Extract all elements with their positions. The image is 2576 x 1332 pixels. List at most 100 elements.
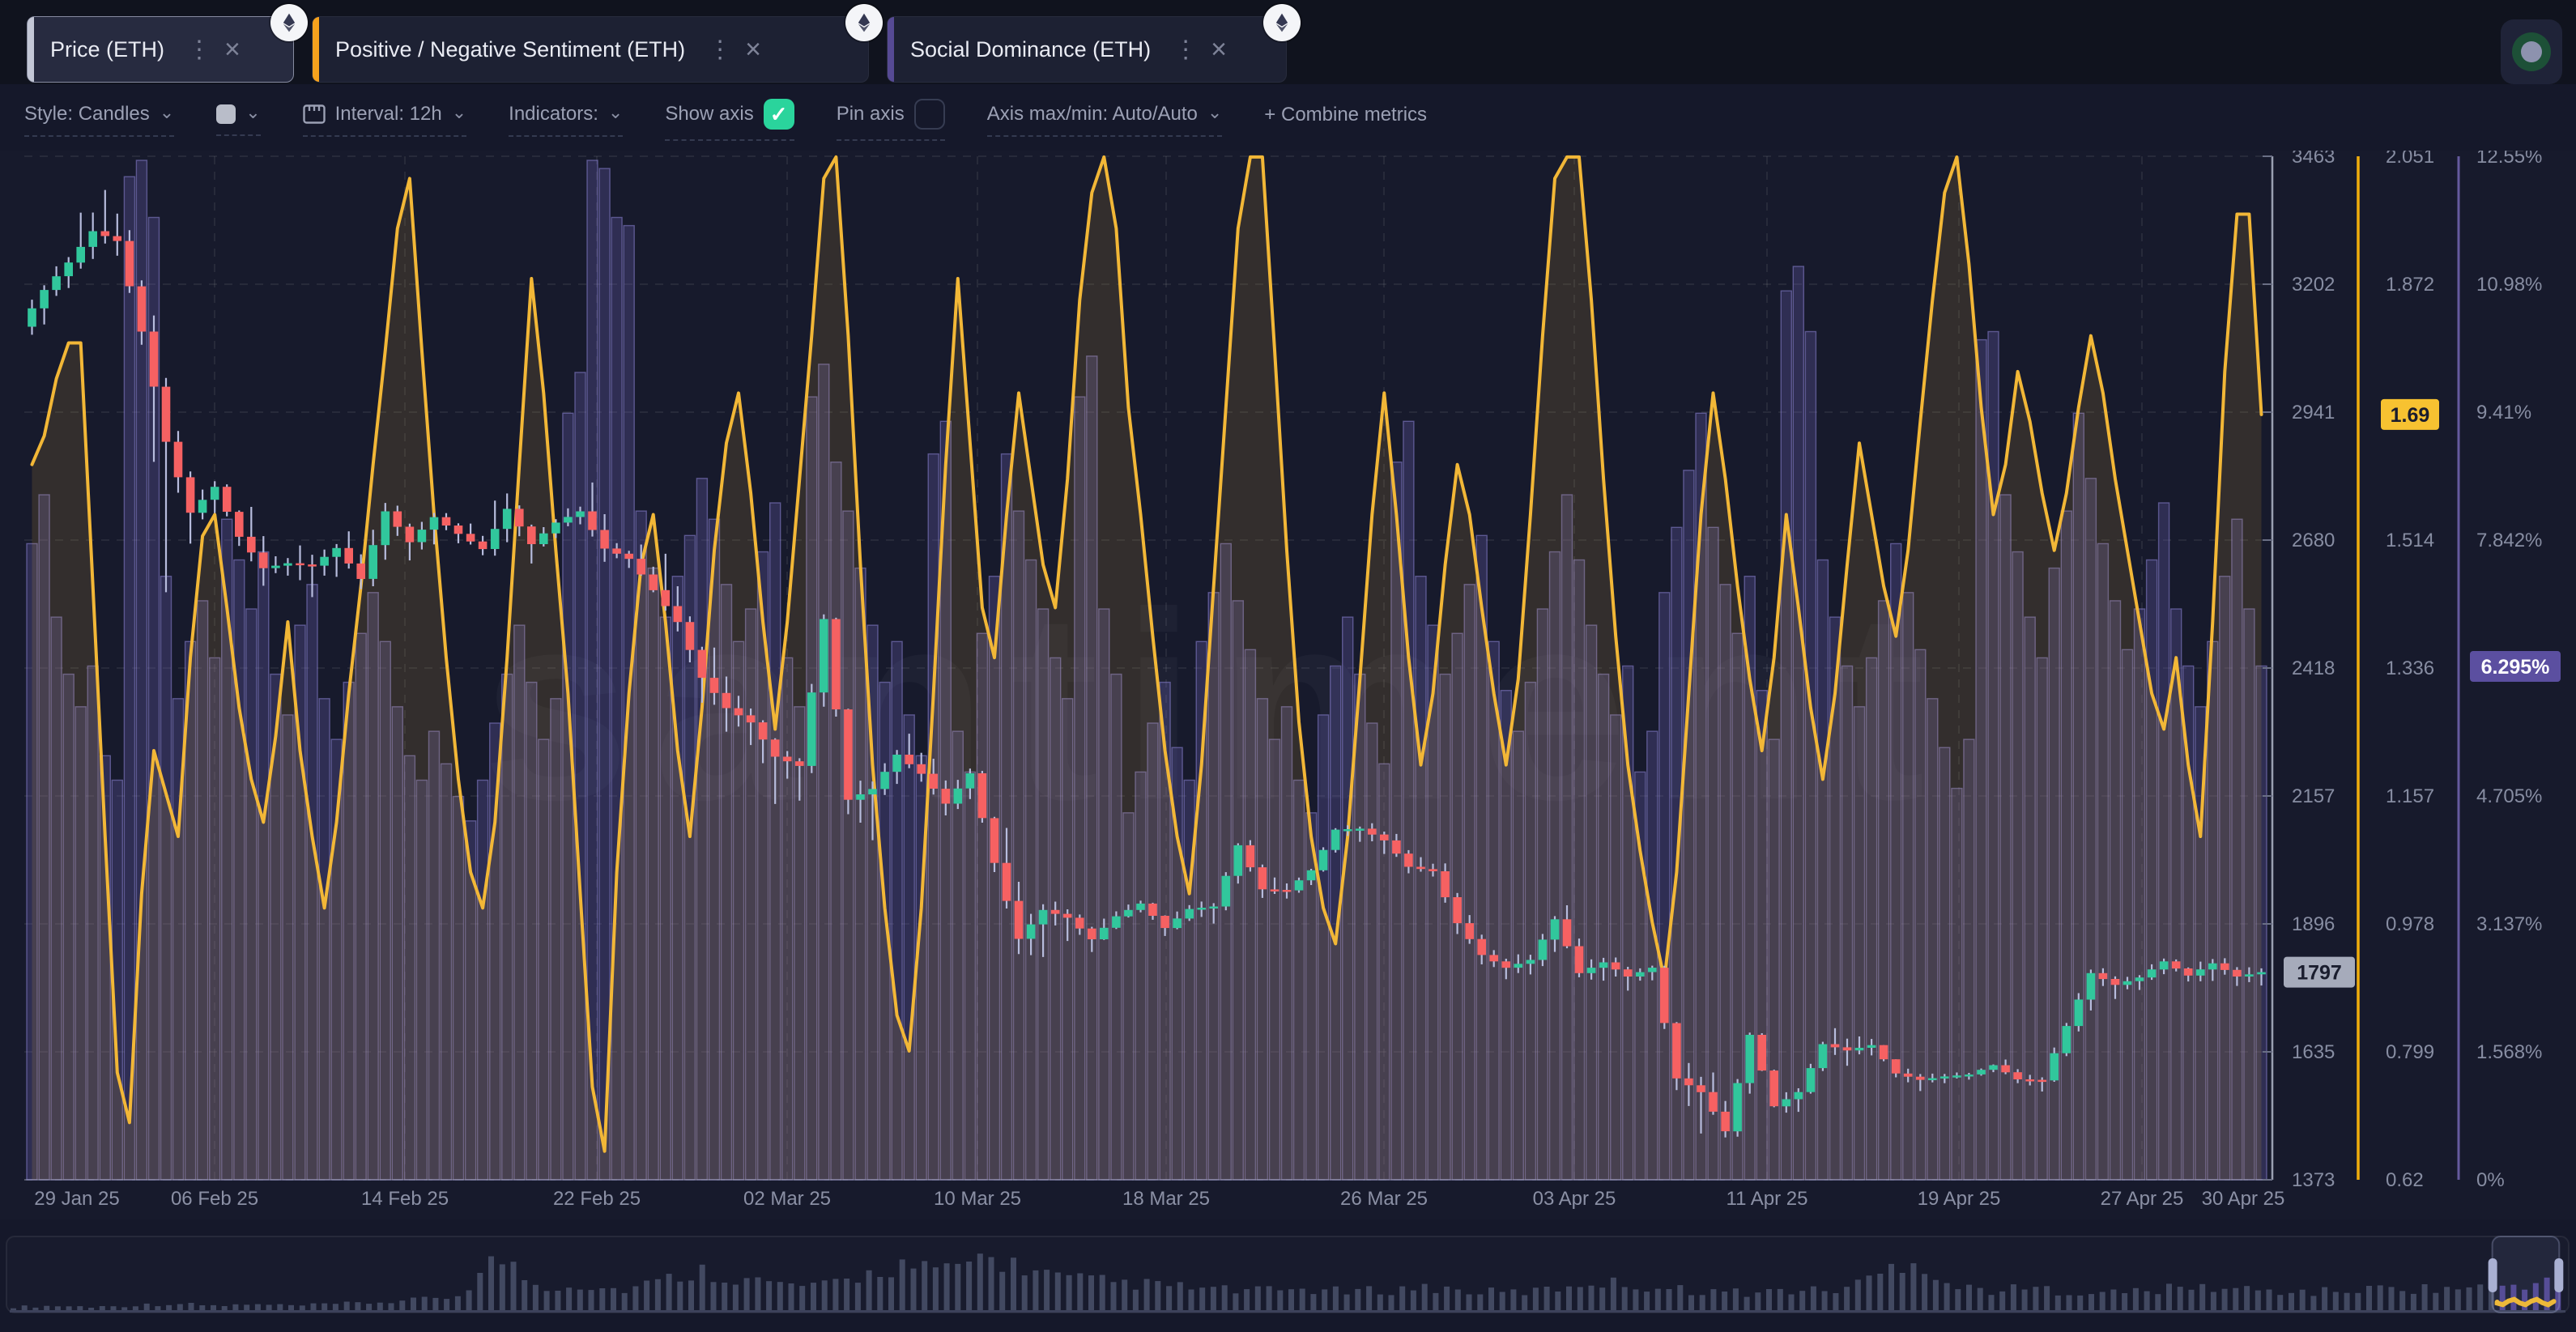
ethereum-icon [854, 12, 875, 33]
combine-metrics-label: + Combine metrics [1264, 104, 1427, 126]
svg-text:1.514: 1.514 [2386, 530, 2434, 551]
minimap-right-handle[interactable] [2554, 1258, 2563, 1292]
svg-text:7.842%: 7.842% [2476, 530, 2542, 551]
svg-text:2418: 2418 [2292, 657, 2335, 679]
svg-text:14 Feb 25: 14 Feb 25 [361, 1188, 449, 1210]
svg-text:0.62: 0.62 [2386, 1169, 2424, 1191]
style-dropdown[interactable]: Style: Candles ⌄ [24, 103, 174, 137]
indicators-label: Indicators: [509, 103, 598, 126]
ethereum-icon [1271, 12, 1292, 33]
chevron-down-icon: ⌄ [1207, 102, 1222, 123]
svg-text:0%: 0% [2476, 1169, 2505, 1191]
svg-text:1896: 1896 [2292, 913, 2335, 935]
combine-metrics-button[interactable]: + Combine metrics [1264, 104, 1427, 136]
date-axis[interactable]: 29 Jan 25 06 Feb 25 14 Feb 25 22 Feb 25 02 M… [34, 1188, 2284, 1210]
svg-text:03 Apr 25: 03 Apr 25 [1533, 1188, 1616, 1210]
color-swatch [216, 104, 236, 124]
show-axis-label: Show axis [665, 103, 753, 126]
svg-text:0.799: 0.799 [2386, 1041, 2434, 1063]
price-current-badge: 1797 [2284, 957, 2355, 988]
eth-logo-badge [270, 4, 308, 41]
pin-axis-label: Pin axis [837, 103, 905, 126]
sentiment-current-badge: 1.69 [2381, 399, 2439, 430]
minimap-panel[interactable] [6, 1236, 2569, 1313]
tab-accent [313, 17, 319, 82]
svg-text:4.705%: 4.705% [2476, 785, 2542, 807]
svg-text:2157: 2157 [2292, 785, 2335, 807]
tab-label: Social Dominance (ETH) [910, 37, 1151, 62]
svg-text:1.157: 1.157 [2386, 785, 2434, 807]
svg-text:1.872: 1.872 [2386, 274, 2434, 296]
tab-close-icon[interactable]: × [745, 36, 761, 63]
axis-maxmin-dropdown[interactable]: Axis max/min: Auto/Auto ⌄ [987, 103, 1223, 137]
svg-text:2941: 2941 [2292, 402, 2335, 423]
chevron-down-icon: ⌄ [452, 102, 466, 123]
chevron-down-icon: ⌄ [160, 102, 174, 123]
svg-text:02 Mar 25: 02 Mar 25 [743, 1188, 831, 1210]
minimap-baseline [10, 1310, 2565, 1313]
ethereum-icon [279, 12, 300, 33]
color-swatch-dropdown[interactable]: ⌄ [216, 104, 260, 136]
show-axis-toggle[interactable]: Show axis ✓ [665, 99, 794, 141]
interval-label: Interval: 12h [335, 103, 442, 126]
svg-text:06 Feb 25: 06 Feb 25 [171, 1188, 258, 1210]
svg-text:3463: 3463 [2292, 151, 2335, 168]
svg-text:1797: 1797 [2297, 962, 2342, 985]
svg-text:30 Apr 25: 30 Apr 25 [2202, 1188, 2285, 1210]
svg-text:12.55%: 12.55% [2476, 151, 2542, 168]
tab-menu-icon[interactable]: ⋮ [1173, 36, 1198, 64]
pin-axis-checkbox[interactable] [914, 99, 945, 130]
svg-text:10.98%: 10.98% [2476, 274, 2542, 296]
minimap-scrubber[interactable] [0, 1231, 2576, 1326]
svg-text:22 Feb 25: 22 Feb 25 [553, 1188, 641, 1210]
tab-menu-icon[interactable]: ⋮ [187, 36, 211, 64]
axis-maxmin-label: Axis max/min: Auto/Auto [987, 103, 1198, 126]
svg-text:0.978: 0.978 [2386, 913, 2434, 935]
minimap-selection-window[interactable] [2493, 1236, 2560, 1313]
svg-text:1635: 1635 [2292, 1041, 2335, 1063]
svg-text:10 Mar 25: 10 Mar 25 [934, 1188, 1021, 1210]
status-ring-icon [2512, 32, 2551, 71]
style-label: Style: Candles [24, 103, 150, 126]
tab-accent [888, 17, 894, 82]
svg-text:29 Jan 25: 29 Jan 25 [34, 1188, 119, 1210]
tab-sentiment[interactable]: Positive / Negative Sentiment (ETH) ⋮ × [312, 16, 869, 83]
indicators-dropdown[interactable]: Indicators: ⌄ [509, 103, 623, 137]
svg-text:1.69: 1.69 [2391, 404, 2430, 427]
chart-toolbar: Style: Candles ⌄ ⌄ Interval: 12h ⌄ Indic… [0, 84, 2576, 155]
tab-bar: Price (ETH) ⋮ × Positive / Negative Sent… [0, 0, 2576, 84]
svg-text:18 Mar 25: 18 Mar 25 [1122, 1188, 1210, 1210]
status-indicator-button[interactable] [2501, 19, 2562, 84]
svg-text:26 Mar 25: 26 Mar 25 [1340, 1188, 1428, 1210]
minimap-left-handle[interactable] [2489, 1258, 2497, 1292]
chevron-down-icon: ⌄ [245, 102, 260, 123]
svg-text:6.295%: 6.295% [2481, 656, 2550, 679]
tab-price[interactable]: Price (ETH) ⋮ × [27, 16, 294, 83]
tab-dominance[interactable]: Social Dominance (ETH) ⋮ × [887, 16, 1287, 83]
tab-label: Price (ETH) [50, 37, 164, 62]
tab-accent [28, 17, 34, 82]
svg-text:19 Apr 25: 19 Apr 25 [1918, 1188, 2001, 1210]
svg-text:2680: 2680 [2292, 530, 2335, 551]
svg-text:9.41%: 9.41% [2476, 402, 2531, 423]
tab-close-icon[interactable]: × [224, 36, 241, 63]
tab-menu-icon[interactable]: ⋮ [708, 36, 732, 64]
chevron-down-icon: ⌄ [608, 102, 623, 123]
svg-text:11 Apr 25: 11 Apr 25 [1727, 1188, 1808, 1210]
tab-label: Positive / Negative Sentiment (ETH) [335, 37, 685, 62]
dominance-current-badge: 6.295% [2470, 651, 2561, 682]
svg-text:27 Apr 25: 27 Apr 25 [2101, 1188, 2184, 1210]
svg-text:2.051: 2.051 [2386, 151, 2434, 168]
pin-axis-toggle[interactable]: Pin axis [837, 99, 945, 141]
svg-text:3202: 3202 [2292, 274, 2335, 296]
show-axis-checkbox[interactable]: ✓ [764, 99, 794, 130]
svg-text:3.137%: 3.137% [2476, 913, 2542, 935]
svg-text:1.336: 1.336 [2386, 657, 2434, 679]
interval-icon [303, 104, 326, 125]
eth-logo-badge [1263, 4, 1301, 41]
svg-text:1373: 1373 [2292, 1169, 2335, 1191]
interval-dropdown[interactable]: Interval: 12h ⌄ [303, 103, 467, 137]
main-chart[interactable]: santiment3463320229412680241821571896163… [0, 151, 2576, 1219]
tab-close-icon[interactable]: × [1211, 36, 1227, 63]
svg-text:1.568%: 1.568% [2476, 1041, 2542, 1063]
